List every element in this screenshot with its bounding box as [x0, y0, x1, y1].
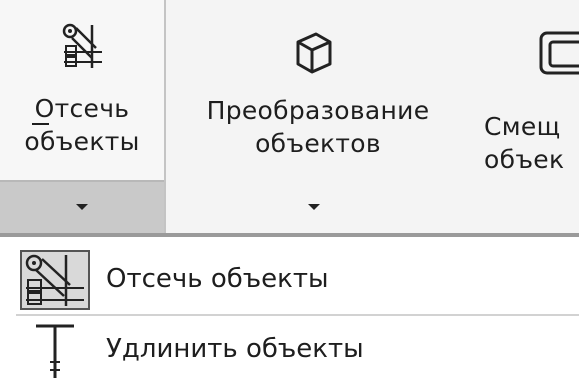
- trim-icon: [62, 23, 102, 68]
- offset-objects-label: Смещ объек: [484, 112, 565, 174]
- transform-objects-button[interactable]: Преобразование объектов: [168, 0, 468, 233]
- extend-icon: [36, 324, 74, 378]
- menu-item-label: Отсечь объекты: [106, 264, 329, 294]
- mnemonic-underline: [32, 123, 49, 125]
- trim-icon: [20, 250, 90, 310]
- offset-objects-button[interactable]: Смещ объек: [484, 0, 579, 233]
- transform-objects-label: Преобразование объектов: [206, 96, 430, 158]
- menu-item-label: Удлинить объекты: [106, 334, 364, 364]
- chevron-down-icon: [308, 204, 320, 210]
- menu-item-extend-objects[interactable]: Удлинить объекты: [0, 316, 579, 386]
- menu-item-trim-objects[interactable]: Отсечь объекты: [0, 244, 579, 314]
- trim-dropdown-button[interactable]: [0, 180, 164, 233]
- ribbon-panel: Отсечь объекты Преобразование объектов С…: [0, 0, 579, 235]
- trim-objects-label: Отсечь объекты: [24, 94, 140, 156]
- cube-icon: [296, 32, 332, 74]
- trim-objects-button[interactable]: Отсечь объекты: [0, 0, 164, 180]
- offset-icon: [539, 31, 579, 75]
- chevron-down-icon: [76, 204, 88, 210]
